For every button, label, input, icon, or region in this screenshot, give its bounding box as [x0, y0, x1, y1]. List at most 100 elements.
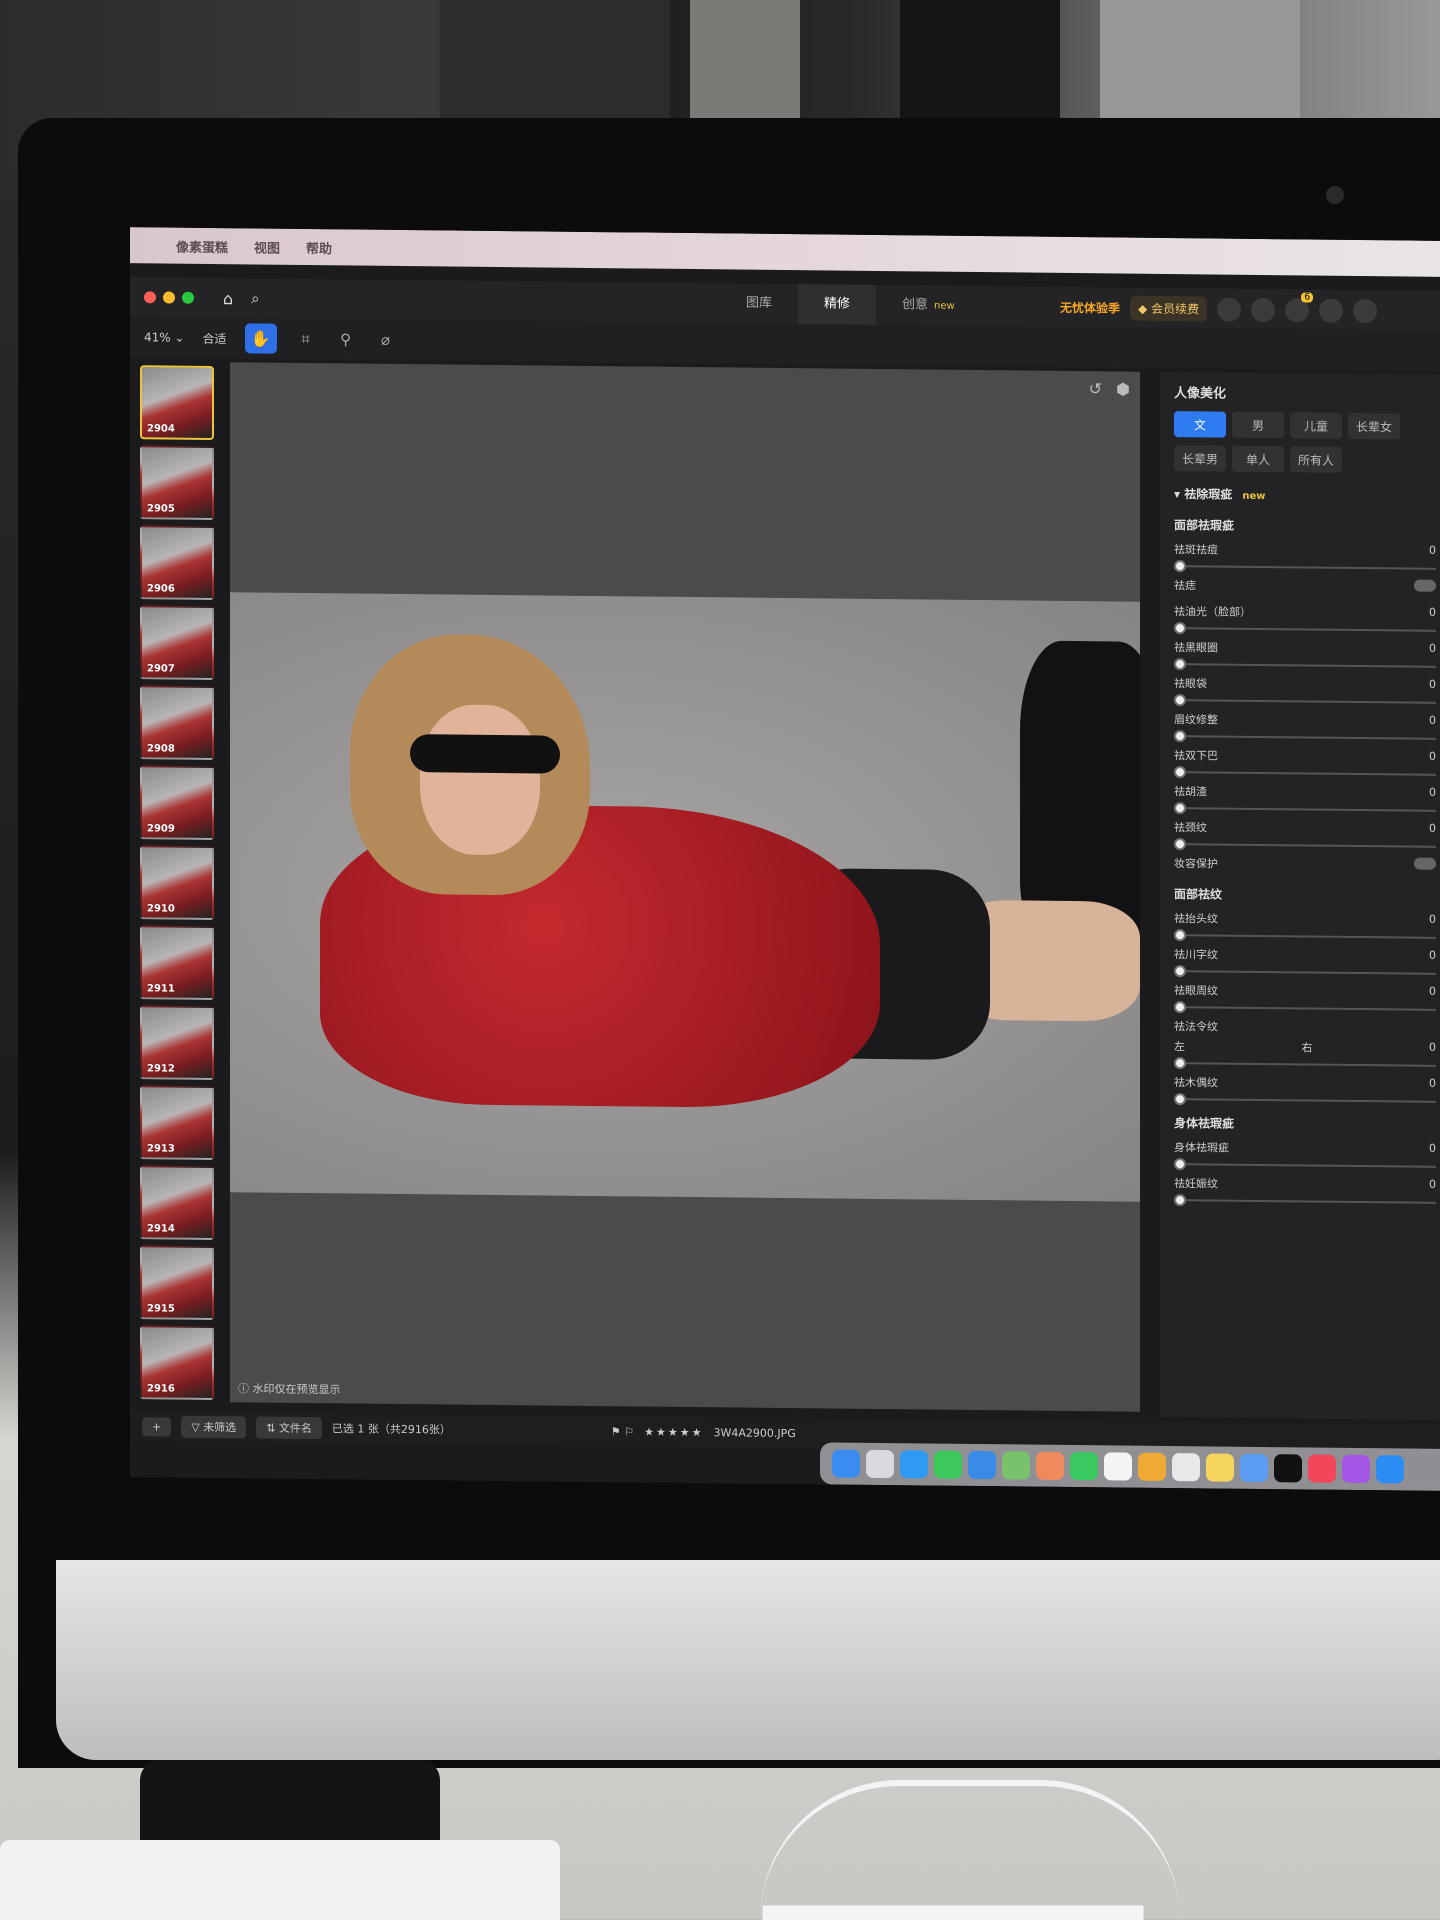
- thumbnail[interactable]: 2906: [140, 525, 214, 601]
- slider-stretch-marks[interactable]: 祛妊娠纹 0: [1174, 1175, 1436, 1207]
- finder-icon[interactable]: [832, 1449, 860, 1478]
- tab-single[interactable]: 单人: [1232, 445, 1284, 473]
- tab-elder-female[interactable]: 长辈女: [1348, 412, 1400, 440]
- thumbnail[interactable]: 2913: [140, 1085, 214, 1161]
- slider-knob[interactable]: [1174, 730, 1186, 743]
- cloud-icon[interactable]: [1319, 298, 1344, 323]
- close-window-button[interactable]: [144, 291, 156, 304]
- slider-frown[interactable]: 祛川字纹 0: [1174, 946, 1436, 978]
- tab-elder-male[interactable]: 长辈男: [1174, 445, 1226, 472]
- toggle-makeup-protect[interactable]: 妆容保护: [1174, 855, 1436, 874]
- slider-knob[interactable]: [1174, 1057, 1186, 1070]
- account-icon[interactable]: [1251, 297, 1276, 322]
- tab-creative[interactable]: 创意 new: [876, 285, 981, 326]
- thumbnail[interactable]: 2905: [140, 445, 214, 521]
- thumbnail[interactable]: 2911: [140, 925, 214, 1001]
- rating-stars[interactable]: ★★★★★: [644, 1425, 703, 1439]
- slider-knob[interactable]: [1174, 929, 1186, 942]
- toggle-moles[interactable]: 祛痣: [1174, 577, 1436, 596]
- image-canvas[interactable]: ↺ ⬢ ⓘ 水印仅在预览显示: [230, 362, 1140, 1412]
- bandage-tool-icon[interactable]: ⌀: [375, 329, 397, 351]
- home-icon[interactable]: ⌂: [223, 289, 233, 308]
- sort-button[interactable]: ⇅ 文件名: [256, 1416, 322, 1440]
- slider-double-chin[interactable]: 祛双下巴 0: [1174, 747, 1436, 779]
- add-button[interactable]: +: [142, 1416, 172, 1437]
- reminders-icon[interactable]: [1172, 1453, 1200, 1482]
- slider-knob[interactable]: [1174, 1093, 1186, 1106]
- slider-body-blemish[interactable]: 身体祛瑕疵 0: [1174, 1139, 1436, 1171]
- tab-everyone[interactable]: 所有人: [1290, 446, 1342, 473]
- toggle-switch[interactable]: [1414, 857, 1436, 870]
- slider-oil[interactable]: 祛油光（脸部） 0: [1174, 603, 1436, 635]
- promo-label[interactable]: 无忧体验季: [1060, 299, 1120, 317]
- thumbnail[interactable]: 2914: [140, 1165, 214, 1241]
- slider-brow-lines[interactable]: 眉纹修整 0: [1174, 711, 1436, 743]
- slider-spots[interactable]: 祛斑祛痘 0: [1174, 541, 1436, 573]
- tab-female[interactable]: 文: [1174, 411, 1226, 438]
- tab-retouch[interactable]: 精修: [798, 284, 877, 325]
- toggle-switch[interactable]: [1414, 579, 1436, 592]
- slider-eye-bags[interactable]: 祛眼袋 0: [1174, 675, 1436, 707]
- vip-button[interactable]: ◆ 会员续费: [1130, 295, 1208, 322]
- photos-icon[interactable]: [1036, 1451, 1064, 1480]
- facetime-icon[interactable]: [1070, 1451, 1098, 1481]
- thumbnail[interactable]: 2915: [140, 1245, 214, 1321]
- slider-stubble[interactable]: 祛胡渣 0: [1174, 783, 1436, 815]
- tab-child[interactable]: 儿童: [1290, 412, 1342, 439]
- maps-icon[interactable]: [1002, 1451, 1030, 1480]
- slider-dark-circles[interactable]: 祛黑眼圈 0: [1174, 639, 1436, 671]
- messages-icon[interactable]: [934, 1450, 962, 1479]
- zoom-select[interactable]: 41% ⌄: [144, 330, 185, 344]
- tv-icon[interactable]: [1274, 1454, 1302, 1483]
- mail-icon[interactable]: [968, 1450, 996, 1480]
- zoom-window-button[interactable]: [182, 291, 194, 304]
- contacts-icon[interactable]: [1138, 1452, 1166, 1481]
- slider-forehead[interactable]: 祛抬头纹 0: [1174, 910, 1436, 942]
- tab-male[interactable]: 男: [1232, 411, 1284, 439]
- slider-knob[interactable]: [1174, 560, 1186, 573]
- thumbnail[interactable]: 2916: [140, 1325, 214, 1401]
- hand-tool-icon[interactable]: ✋: [244, 323, 277, 354]
- search-icon[interactable]: ⌕: [251, 289, 259, 307]
- help-icon[interactable]: [1217, 297, 1242, 322]
- calendar-icon[interactable]: [1104, 1452, 1132, 1481]
- slider-knob[interactable]: [1174, 1001, 1186, 1014]
- filter-button[interactable]: ▽ 未筛选: [181, 1415, 247, 1439]
- slider-knob[interactable]: [1174, 838, 1186, 851]
- freeform-icon[interactable]: [1240, 1453, 1268, 1483]
- undo-icon[interactable]: ↺: [1089, 379, 1102, 398]
- tab-library[interactable]: 图库: [720, 283, 798, 324]
- export-icon[interactable]: [1353, 298, 1378, 323]
- thumbnail[interactable]: 2909: [140, 765, 214, 841]
- slider-knob[interactable]: [1174, 658, 1186, 671]
- slider-neck-lines[interactable]: 祛颈纹 0: [1174, 819, 1436, 851]
- app-store-icon[interactable]: [1376, 1455, 1404, 1484]
- thumbnail[interactable]: 2907: [140, 605, 214, 681]
- podcasts-icon[interactable]: [1342, 1454, 1370, 1484]
- menu-view[interactable]: 视图: [254, 237, 280, 256]
- thumbnail[interactable]: 2904: [140, 365, 214, 441]
- slider-knob[interactable]: [1174, 802, 1186, 815]
- system-settings-icon[interactable]: [1410, 1455, 1438, 1484]
- fit-button[interactable]: 合适: [203, 329, 227, 346]
- slider-marionette[interactable]: 祛木偶纹 0: [1174, 1074, 1436, 1106]
- slider-knob[interactable]: [1174, 694, 1186, 707]
- crop-tool-icon[interactable]: ⌗: [295, 328, 317, 350]
- menu-help[interactable]: 帮助: [306, 237, 332, 256]
- music-icon[interactable]: [1308, 1454, 1336, 1483]
- flag-icon[interactable]: ⚑ ⚐: [611, 1425, 634, 1438]
- minimize-window-button[interactable]: [163, 291, 175, 304]
- app-menu[interactable]: 像素蛋糕: [176, 236, 228, 256]
- settings-hex-icon[interactable]: ⬢: [1116, 379, 1130, 398]
- brush-tool-icon[interactable]: ⚲: [335, 328, 357, 350]
- launchpad-icon[interactable]: [866, 1449, 894, 1479]
- slider-eye-wrinkles[interactable]: 祛眼周纹 0: [1174, 982, 1436, 1014]
- notification-icon[interactable]: 6: [1285, 291, 1314, 322]
- slider-knob[interactable]: [1174, 965, 1186, 978]
- slider-knob[interactable]: [1174, 622, 1186, 635]
- slider-knob[interactable]: [1174, 1194, 1186, 1207]
- notes-icon[interactable]: [1206, 1453, 1234, 1482]
- slider-knob[interactable]: [1174, 766, 1186, 779]
- section-blemish[interactable]: ▾ 祛除瑕疵 new: [1174, 485, 1436, 505]
- safari-icon[interactable]: [900, 1450, 928, 1479]
